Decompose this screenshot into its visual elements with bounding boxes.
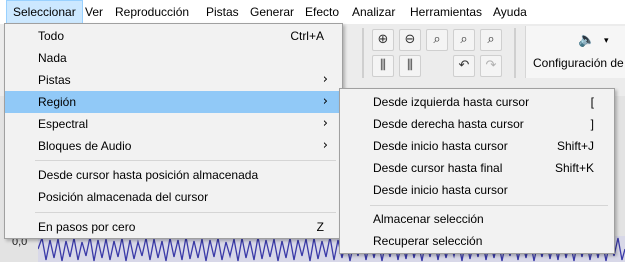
menu-divider — [370, 205, 608, 206]
menu-item-zero-crossings[interactable]: En pasos por cero Z — [5, 216, 342, 238]
menu-item-label: Pistas — [38, 73, 71, 87]
menu-item-label: Desde cursor hasta final — [373, 161, 503, 175]
menu-reproduccion[interactable]: Reproducción — [109, 0, 195, 24]
shortcut-label: ] — [590, 117, 594, 131]
submenu-item-start-to-cursor-2[interactable]: Desde inicio hasta cursor — [340, 179, 614, 201]
menu-item-label: Almacenar selección — [373, 212, 484, 226]
fit-project-icon[interactable]: ⌕ — [453, 29, 475, 51]
menu-ver[interactable]: Ver — [79, 0, 109, 24]
trim-audio-icon[interactable]: ⫼ — [372, 55, 394, 77]
menu-item-label: Posición almacenada del cursor — [38, 190, 209, 204]
menu-divider — [35, 212, 336, 213]
menu-item-pistas[interactable]: Pistas › — [5, 69, 342, 91]
menu-bar: Seleccionar Ver Reproducción Pistas Gene… — [0, 0, 625, 25]
menu-herramientas[interactable]: Herramientas — [404, 0, 488, 24]
menu-item-label: Desde izquierda hasta cursor — [373, 95, 530, 109]
menu-ayuda[interactable]: Ayuda — [487, 0, 533, 24]
menu-divider — [35, 160, 336, 161]
submenu-item-start-to-cursor[interactable]: Desde inicio hasta cursor Shift+J — [340, 135, 614, 157]
menu-item-label: Desde cursor hasta posición almacenada — [38, 168, 259, 182]
menu-generar[interactable]: Generar — [244, 0, 300, 24]
menu-efecto[interactable]: Efecto — [299, 0, 345, 24]
menu-item-label: Todo — [38, 29, 65, 43]
shortcut-label: Shift+K — [554, 161, 594, 175]
fit-selection-icon[interactable]: ⌕ — [426, 29, 448, 51]
silence-audio-icon[interactable]: ⫼ — [399, 55, 421, 77]
submenu-item-right-to-cursor[interactable]: Desde derecha hasta cursor ] — [340, 113, 614, 135]
chevron-right-icon: › — [322, 94, 328, 109]
undo-icon[interactable]: ↶ — [453, 55, 475, 77]
redo-icon[interactable]: ↷ — [480, 55, 502, 77]
toolbar-separator — [514, 28, 516, 78]
menu-item-cursor-to-stored[interactable]: Desde cursor hasta posición almacenada — [5, 164, 342, 186]
menu-item-espectral[interactable]: Espectral › — [5, 113, 342, 135]
menu-item-label: Espectral — [38, 117, 89, 131]
chevron-right-icon: › — [322, 138, 328, 153]
chevron-down-icon: ▾ — [604, 35, 609, 45]
chevron-right-icon: › — [322, 116, 328, 131]
menu-item-label: Recuperar selección — [373, 234, 483, 248]
zoom-in-icon[interactable]: ⊕ — [372, 29, 394, 51]
menu-item-nada[interactable]: Nada — [5, 47, 342, 69]
menu-item-region[interactable]: Región › — [5, 91, 342, 113]
select-menu: Todo Ctrl+A Nada Pistas › Región › Espec… — [4, 23, 343, 239]
zoom-toggle-icon[interactable]: ⌕ — [480, 29, 502, 51]
shortcut-label: [ — [590, 95, 594, 109]
menu-seleccionar[interactable]: Seleccionar — [6, 0, 83, 24]
zoom-out-icon[interactable]: ⊖ — [399, 29, 421, 51]
menu-item-bloques-audio[interactable]: Bloques de Audio › — [5, 135, 342, 157]
menu-analizar[interactable]: Analizar — [346, 0, 401, 24]
audio-setup-button[interactable] — [525, 26, 625, 78]
shortcut-label: Shift+J — [556, 139, 594, 153]
menu-item-label: En pasos por cero — [38, 220, 136, 234]
submenu-item-cursor-to-end[interactable]: Desde cursor hasta final Shift+K — [340, 157, 614, 179]
speaker-icon: 🔈 — [578, 32, 596, 48]
menu-item-label: Desde derecha hasta cursor — [373, 117, 524, 131]
menu-item-label: Nada — [38, 51, 67, 65]
submenu-item-left-to-cursor[interactable]: Desde izquierda hasta cursor [ — [340, 91, 614, 113]
menu-item-label: Bloques de Audio — [38, 139, 132, 153]
audio-setup-label: Configuración de — [533, 56, 624, 70]
menu-item-label: Desde inicio hasta cursor — [373, 139, 508, 153]
menu-item-label: Región — [38, 95, 77, 109]
chevron-right-icon: › — [322, 72, 328, 87]
region-submenu: Desde izquierda hasta cursor [ Desde der… — [339, 88, 615, 254]
submenu-item-store-selection[interactable]: Almacenar selección — [340, 208, 614, 230]
submenu-item-retrieve-selection[interactable]: Recuperar selección — [340, 230, 614, 252]
shortcut-label: Z — [316, 220, 324, 234]
menu-pistas[interactable]: Pistas — [200, 0, 245, 24]
shortcut-label: Ctrl+A — [290, 29, 324, 43]
menu-item-todo[interactable]: Todo Ctrl+A — [5, 25, 342, 47]
menu-item-stored-cursor-position[interactable]: Posición almacenada del cursor — [5, 186, 342, 208]
menu-item-label: Desde inicio hasta cursor — [373, 183, 508, 197]
toolbar-separator — [362, 28, 364, 78]
